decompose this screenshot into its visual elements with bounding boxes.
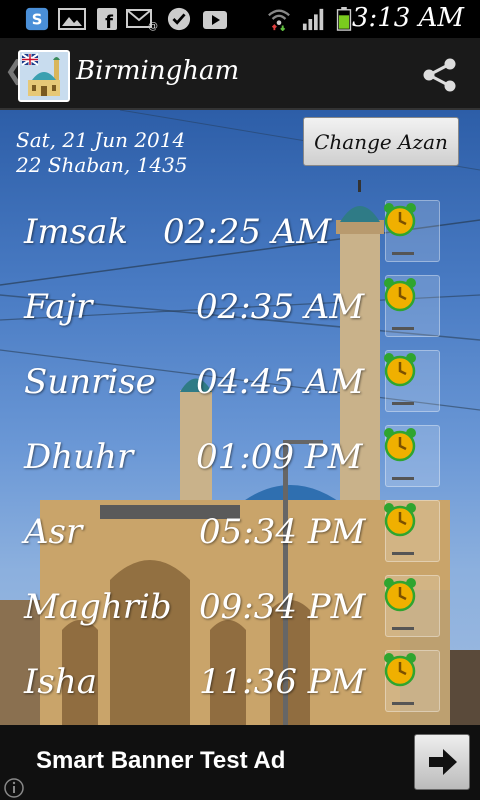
alarm-toggle-button[interactable]: [384, 350, 440, 412]
date-display: Sat, 21 Jun 2014 22 Shaban, 1435: [16, 128, 188, 178]
arrow-right-icon: [429, 749, 457, 775]
action-bar: ❮ Birmingham: [0, 38, 480, 110]
alarm-toggle-button[interactable]: [384, 275, 440, 337]
prayer-time: 02:25 AM: [163, 212, 332, 252]
prayer-time: 05:34 PM: [199, 512, 366, 552]
alarm-clock-icon: [384, 428, 416, 462]
prayer-row: Isha 11:36 PM: [0, 650, 480, 720]
svg-text:S: S: [32, 12, 43, 29]
status-bar: S f @ 3:13 AM: [0, 0, 480, 38]
alarm-toggle-button[interactable]: [384, 650, 440, 712]
alarm-clock-icon: [384, 503, 416, 537]
wifi-icon: [268, 9, 290, 31]
change-azan-button[interactable]: Change Azan: [303, 117, 459, 166]
prayer-name: Sunrise: [24, 362, 156, 402]
alarm-clock-icon: [384, 653, 416, 687]
prayer-time: 04:45 AM: [196, 362, 365, 402]
prayer-name: Isha: [24, 662, 98, 702]
prayer-row: Sunrise 04:45 AM: [0, 350, 480, 420]
clock: 3:13 AM: [351, 3, 464, 33]
ad-arrow-button[interactable]: [414, 734, 470, 790]
prayer-name: Dhuhr: [24, 437, 134, 477]
alarm-indicator: [392, 327, 414, 330]
svg-text:f: f: [105, 12, 113, 31]
page-title: Birmingham: [76, 56, 240, 86]
prayer-row: Asr 05:34 PM: [0, 500, 480, 570]
prayer-name: Fajr: [24, 287, 93, 327]
prayer-name: Asr: [24, 512, 83, 552]
info-icon[interactable]: [4, 778, 24, 798]
prayer-row: Fajr 02:35 AM: [0, 275, 480, 345]
alarm-indicator: [392, 627, 414, 630]
skype-icon: S: [25, 7, 49, 31]
mosque-flag-icon[interactable]: [18, 50, 70, 102]
prayer-name: Maghrib: [24, 587, 172, 627]
alarm-indicator: [392, 477, 414, 480]
check-icon: [167, 7, 191, 31]
alarm-toggle-button[interactable]: [384, 425, 440, 487]
ad-text[interactable]: Smart Banner Test Ad: [36, 747, 285, 775]
prayer-row: Maghrib 09:34 PM: [0, 575, 480, 645]
svg-text:@: @: [148, 21, 158, 31]
prayer-times-panel: Sat, 21 Jun 2014 22 Shaban, 1435 Change …: [0, 110, 480, 725]
email-icon: @: [126, 9, 158, 31]
prayer-time: 02:35 AM: [196, 287, 365, 327]
alarm-clock-icon: [384, 353, 416, 387]
alarm-clock-icon: [384, 203, 416, 237]
share-icon[interactable]: [422, 58, 458, 92]
alarm-indicator: [392, 402, 414, 405]
hijri-date: 22 Shaban, 1435: [16, 153, 188, 177]
alarm-indicator: [392, 252, 414, 255]
prayer-time: 01:09 PM: [196, 437, 363, 477]
gallery-icon: [58, 8, 86, 30]
alarm-toggle-button[interactable]: [384, 575, 440, 637]
prayer-name: Imsak: [24, 212, 128, 252]
facebook-icon: f: [97, 8, 117, 31]
alarm-indicator: [392, 552, 414, 555]
prayer-row: Imsak 02:25 AM: [0, 200, 480, 270]
youtube-icon: [203, 11, 227, 29]
gregorian-date: Sat, 21 Jun 2014: [16, 128, 186, 152]
ad-banner[interactable]: Smart Banner Test Ad: [0, 725, 480, 800]
prayer-time: 09:34 PM: [199, 587, 366, 627]
alarm-clock-icon: [384, 578, 416, 612]
prayer-row: Dhuhr 01:09 PM: [0, 425, 480, 495]
signal-icon: [302, 8, 324, 31]
alarm-toggle-button[interactable]: [384, 500, 440, 562]
alarm-toggle-button[interactable]: [384, 200, 440, 262]
alarm-clock-icon: [384, 278, 416, 312]
battery-icon: [336, 7, 352, 31]
prayer-time: 11:36 PM: [199, 662, 366, 702]
alarm-indicator: [392, 702, 414, 705]
